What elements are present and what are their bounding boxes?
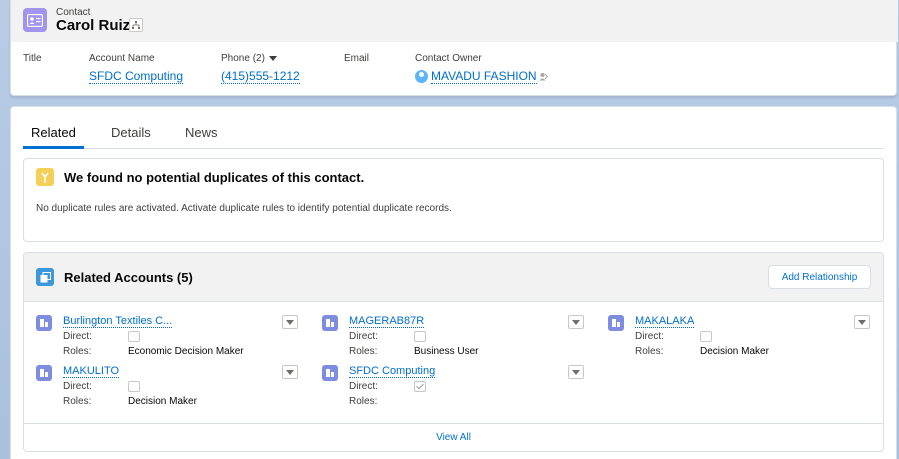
account-name-link[interactable]: SFDC Computing <box>89 70 184 84</box>
phone-link[interactable]: (415)555-1212 <box>221 70 300 84</box>
field-contact-owner: Contact Owner MAVADU FASHION <box>415 53 548 84</box>
account-icon <box>608 315 624 331</box>
merge-icon <box>36 168 54 186</box>
related-account-tile: MAKALAKA Direct: Roles: Decision Maker <box>608 314 870 360</box>
account-icon <box>322 365 338 381</box>
account-icon <box>36 365 52 381</box>
view-hierarchy-button[interactable] <box>129 18 143 32</box>
change-owner-icon[interactable] <box>539 72 548 81</box>
direct-label: Direct: <box>63 381 92 392</box>
roles-label: Roles: <box>63 346 92 357</box>
row-actions-button[interactable] <box>568 365 584 379</box>
record-name: Carol Ruiz <box>56 17 131 34</box>
related-account-tile: SFDC Computing Direct: Roles: <box>322 364 584 410</box>
related-account-link[interactable]: SFDC Computing <box>349 365 436 378</box>
roles-value: Economic Decision Maker <box>128 346 244 357</box>
roles-value: Decision Maker <box>128 396 197 407</box>
related-account-link[interactable]: Burlington Textiles C... <box>63 315 173 328</box>
related-accounts-header: Related Accounts (5) Add Relationship <box>24 253 883 302</box>
related-account-link[interactable]: MAKULITO <box>63 365 120 378</box>
phone-label-text: Phone (2) <box>221 53 265 64</box>
row-actions-button[interactable] <box>282 315 298 329</box>
direct-label: Direct: <box>349 381 378 392</box>
duplicate-check-message: No duplicate rules are activated. Activa… <box>36 203 452 214</box>
row-actions-button[interactable] <box>568 315 584 329</box>
chevron-down-icon <box>286 369 294 375</box>
duplicate-check-title: We found no potential duplicates of this… <box>64 170 365 185</box>
duplicate-check-card: We found no potential duplicates of this… <box>23 158 884 242</box>
record-tabs: Related Details News <box>23 123 884 149</box>
related-accounts-title[interactable]: Related Accounts (5) <box>64 270 193 285</box>
view-all-link[interactable]: View All <box>24 423 883 451</box>
field-email: Email <box>344 53 369 64</box>
chevron-down-icon <box>572 369 580 375</box>
related-account-link[interactable]: MAGERAB87R <box>349 315 425 328</box>
account-icon <box>322 315 338 331</box>
account-icon <box>36 315 52 331</box>
chevron-down-icon <box>858 319 866 325</box>
owner-value: MAVADU FASHION <box>415 69 548 84</box>
roles-label: Roles: <box>63 396 92 407</box>
field-account-name: Account Name SFDC Computing <box>89 53 184 84</box>
roles-label: Roles: <box>635 346 664 357</box>
direct-checkbox <box>414 331 426 342</box>
related-accounts-card: Related Accounts (5) Add Relationship Bu… <box>23 252 884 452</box>
direct-checkbox <box>128 381 140 392</box>
phone-dropdown-icon[interactable] <box>268 56 277 61</box>
account-relationship-icon <box>36 268 54 286</box>
record-detail-card: Related Details News We found no potenti… <box>10 106 897 459</box>
field-label-email: Email <box>344 53 370 64</box>
related-account-link[interactable]: MAKALAKA <box>635 315 695 328</box>
chevron-down-icon <box>286 319 294 325</box>
roles-label: Roles: <box>349 346 378 357</box>
field-label-title: Title <box>23 53 42 64</box>
field-title: Title <box>23 53 42 64</box>
related-account-tile: MAGERAB87R Direct: Roles: Business User <box>322 314 584 360</box>
owner-link[interactable]: MAVADU FASHION <box>431 70 537 84</box>
user-avatar-icon <box>415 70 428 84</box>
record-header: Contact Carol Ruiz <box>11 0 898 42</box>
hierarchy-icon <box>132 18 140 32</box>
field-label-phone: Phone (2) <box>221 53 300 64</box>
row-actions-button[interactable] <box>282 365 298 379</box>
row-actions-button[interactable] <box>854 315 870 329</box>
direct-label: Direct: <box>635 331 664 342</box>
tab-details[interactable]: Details <box>111 125 151 149</box>
roles-value: Business User <box>414 346 479 357</box>
chevron-down-icon <box>572 319 580 325</box>
contact-card-icon <box>23 8 47 32</box>
field-phone: Phone (2) (415)555-1212 <box>221 53 300 84</box>
related-account-tile: Burlington Textiles C... Direct: Roles: … <box>36 314 298 360</box>
roles-label: Roles: <box>349 396 378 407</box>
tab-news[interactable]: News <box>185 125 218 149</box>
record-highlights-panel: Contact Carol Ruiz Title Account Name SF… <box>10 0 898 96</box>
direct-checkbox <box>128 331 140 342</box>
field-label-account-name: Account Name <box>89 53 155 64</box>
related-account-tile: MAKULITO Direct: Roles: Decision Maker <box>36 364 298 410</box>
add-relationship-button[interactable]: Add Relationship <box>768 265 871 289</box>
direct-checkbox <box>414 381 426 392</box>
roles-value: Decision Maker <box>700 346 769 357</box>
direct-checkbox <box>700 331 712 342</box>
direct-label: Direct: <box>349 331 378 342</box>
tab-related[interactable]: Related <box>23 125 84 149</box>
field-label-owner: Contact Owner <box>415 53 482 64</box>
direct-label: Direct: <box>63 331 92 342</box>
